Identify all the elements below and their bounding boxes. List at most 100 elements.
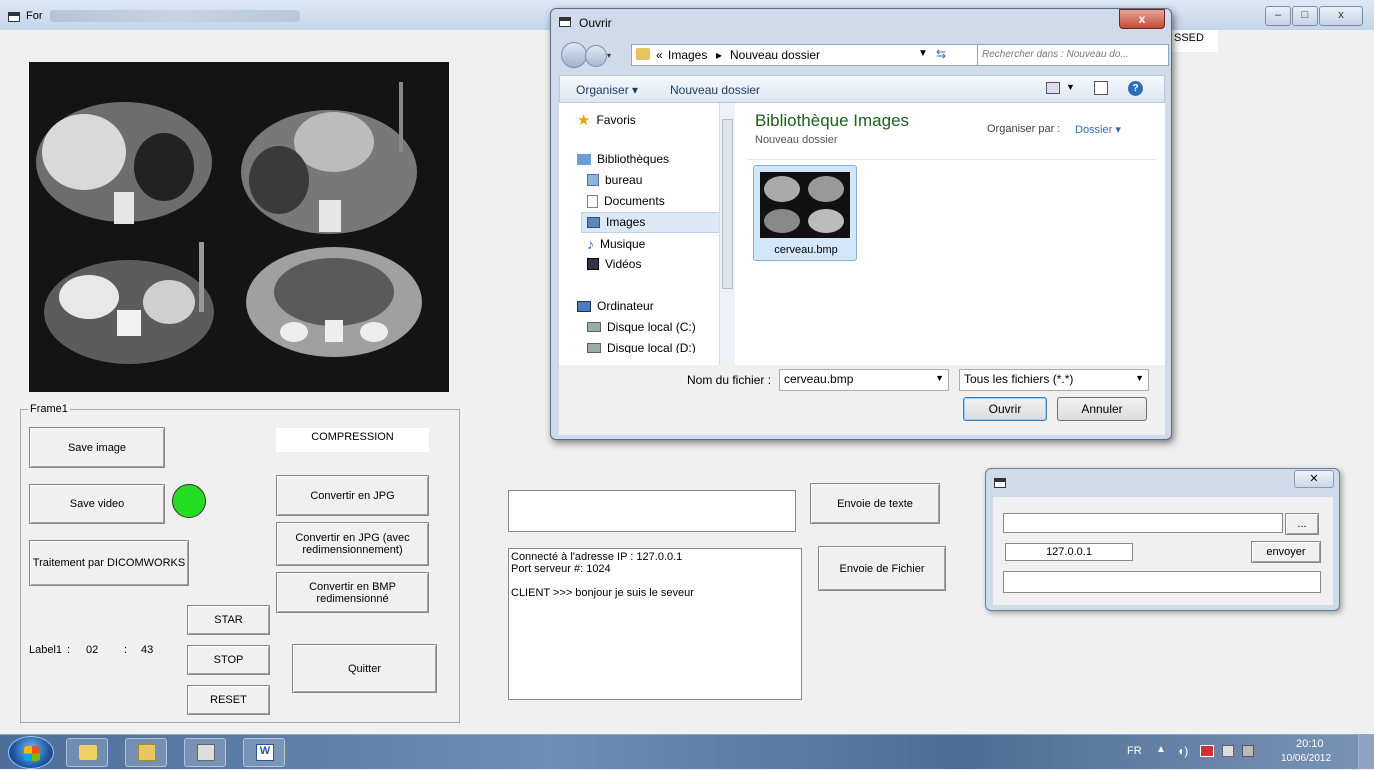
- taskbar-word-icon[interactable]: W: [243, 738, 285, 767]
- show-hidden-icons[interactable]: ▲: [1156, 744, 1166, 755]
- nav-videos[interactable]: Vidéos: [587, 257, 641, 271]
- send-text-button[interactable]: Envoie de texte: [810, 483, 940, 524]
- save-video-button[interactable]: Save video: [29, 484, 165, 524]
- nav-scrollbar[interactable]: [719, 103, 735, 365]
- cancel-button[interactable]: Annuler: [1057, 397, 1147, 421]
- send-button[interactable]: envoyer: [1251, 541, 1321, 563]
- start-button[interactable]: [8, 736, 54, 769]
- windows-logo-icon: [24, 746, 40, 761]
- nav-images[interactable]: Images: [587, 215, 645, 229]
- filename-value: cerveau.bmp: [784, 372, 854, 386]
- file-item-cerveau[interactable]: cerveau.bmp: [753, 165, 857, 261]
- new-folder-button[interactable]: Nouveau dossier: [670, 83, 760, 97]
- nav-favoris[interactable]: ★ Favoris: [577, 111, 636, 129]
- ip-address-input[interactable]: 127.0.0.1: [1005, 543, 1133, 561]
- language-indicator[interactable]: FR: [1127, 745, 1142, 757]
- close-button[interactable]: x: [1319, 6, 1363, 26]
- document-icon: [587, 194, 598, 208]
- compression-label: COMPRESSION: [276, 428, 429, 452]
- nav-label: Bibliothèques: [597, 152, 670, 166]
- save-image-button[interactable]: Save image: [29, 427, 165, 468]
- browse-button[interactable]: ...: [1285, 513, 1319, 535]
- convert-jpg-resize-button[interactable]: Convertir en JPG (avec redimensionnement…: [276, 522, 429, 566]
- message-input[interactable]: [508, 490, 796, 532]
- reset-button[interactable]: RESET: [187, 685, 270, 715]
- forward-button[interactable]: [585, 45, 607, 67]
- star-icon: ★: [577, 112, 591, 129]
- breadcrumb-item[interactable]: Images: [668, 48, 707, 62]
- filename-input[interactable]: cerveau.bmp ▼: [779, 369, 949, 391]
- chevron-down-icon[interactable]: ▼: [1135, 373, 1144, 383]
- library-title: Bibliothèque Images: [755, 111, 910, 130]
- library-subtitle: Nouveau dossier: [755, 134, 838, 146]
- music-icon: ♪: [587, 236, 594, 252]
- traitement-dicomworks-button[interactable]: Traitement par DICOMWORKS: [29, 540, 189, 586]
- log-textbox[interactable]: Connecté à l'adresse IP : 127.0.0.1 Port…: [508, 548, 802, 700]
- chevron-down-icon[interactable]: ▼: [935, 373, 944, 383]
- folder-icon: [636, 48, 650, 60]
- timer-minutes: 02: [86, 644, 99, 656]
- organize-menu[interactable]: Organiser ▾: [576, 83, 638, 97]
- minimize-button[interactable]: –: [1265, 6, 1291, 26]
- window-icon: [8, 12, 20, 22]
- taskbar-explorer-icon[interactable]: [125, 738, 167, 767]
- breadcrumb-dropdown-icon[interactable]: ▼: [918, 48, 928, 59]
- clock-date[interactable]: 10/06/2012: [1281, 753, 1331, 764]
- nav-bibliotheques[interactable]: Bibliothèques: [577, 152, 669, 166]
- action-center-icon[interactable]: [1222, 745, 1234, 757]
- breadcrumb-item: ▸: [716, 48, 723, 62]
- back-button[interactable]: [561, 42, 587, 68]
- open-file-dialog: Ouvrir x ▾ « Images ▸ Nouveau dossier ▼ …: [550, 8, 1172, 440]
- volume-icon[interactable]: ◖): [1177, 744, 1188, 758]
- view-options-icon[interactable]: [1046, 82, 1060, 94]
- file-name: cerveau.bmp: [774, 244, 838, 256]
- taskbar-folder-icon[interactable]: [66, 738, 108, 767]
- quit-button[interactable]: Quitter: [292, 644, 437, 693]
- arrange-by-dropdown[interactable]: Dossier ▾: [1075, 123, 1121, 136]
- nav-documents[interactable]: Documents: [587, 194, 665, 208]
- nav-disque-d[interactable]: Disque local (D:): [587, 341, 696, 353]
- status-indicator: [172, 484, 206, 518]
- open-button[interactable]: Ouvrir: [963, 397, 1047, 421]
- file-path-input[interactable]: [1003, 513, 1283, 533]
- show-desktop-button[interactable]: [1358, 735, 1374, 770]
- maximize-button[interactable]: □: [1292, 6, 1318, 26]
- partial-label: SSED: [1172, 30, 1218, 52]
- star-button[interactable]: STAR: [187, 605, 270, 635]
- help-icon[interactable]: ?: [1128, 81, 1143, 96]
- clock-time[interactable]: 20:10: [1296, 738, 1324, 750]
- history-dropdown-icon[interactable]: ▾: [607, 51, 615, 60]
- taskbar-vb-icon[interactable]: [184, 738, 226, 767]
- convert-jpg-button[interactable]: Convertir en JPG: [276, 475, 429, 516]
- taskbar: W FR ▲ ◖) 20:10 10/06/2012: [0, 734, 1374, 770]
- stop-button[interactable]: STOP: [187, 645, 270, 675]
- arrange-by-label: Organiser par :: [987, 123, 1061, 135]
- refresh-icon[interactable]: ⇆: [936, 47, 946, 61]
- video-icon: [587, 258, 599, 270]
- send-file-button[interactable]: Envoie de Fichier: [818, 546, 946, 591]
- device-icon[interactable]: [1242, 745, 1254, 757]
- dialog-close-button[interactable]: x: [1119, 9, 1165, 29]
- nav-label: Documents: [604, 194, 665, 208]
- nav-label: Disque local (C:): [607, 320, 696, 334]
- file-type-filter[interactable]: Tous les fichiers (*.*) ▼: [959, 369, 1149, 391]
- status-textbox: [1003, 571, 1321, 593]
- preview-pane-icon[interactable]: [1094, 81, 1108, 95]
- nav-ordinateur[interactable]: Ordinateur: [577, 299, 654, 313]
- scrollbar-thumb[interactable]: [722, 119, 733, 289]
- nav-clip: Disque local (D:): [559, 341, 727, 353]
- breadcrumb[interactable]: « Images ▸ Nouveau dossier ▼ ⇆: [631, 44, 1011, 66]
- close-button[interactable]: ✕: [1294, 470, 1334, 488]
- search-input[interactable]: Rechercher dans : Nouveau do...: [977, 44, 1169, 66]
- nav-musique[interactable]: ♪ Musique: [587, 236, 645, 252]
- nav-disque-c[interactable]: Disque local (C:): [587, 320, 696, 334]
- network-icon[interactable]: [1200, 745, 1214, 757]
- timer-seconds: 43: [141, 644, 154, 656]
- divider: [747, 159, 1157, 160]
- file-list-pane: Bibliothèque Images Nouveau dossier Orga…: [735, 103, 1165, 365]
- nav-bureau[interactable]: bureau: [587, 173, 642, 187]
- view-dropdown-icon[interactable]: ▼: [1066, 82, 1075, 92]
- timer-separator: :: [124, 644, 128, 656]
- breadcrumb-item[interactable]: Nouveau dossier: [730, 48, 820, 62]
- convert-bmp-button[interactable]: Convertir en BMP redimensionné: [276, 572, 429, 613]
